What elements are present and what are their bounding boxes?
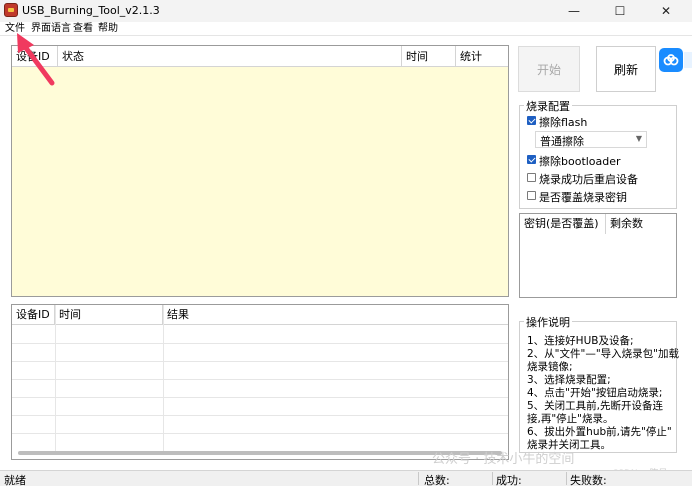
erase-mode-select[interactable]: 普通擦除 ▼	[535, 131, 647, 148]
device-table-header: 设备ID 状态 时间 统计	[12, 46, 508, 67]
erase-bootloader-checkbox[interactable]	[527, 155, 536, 164]
maximize-button[interactable]: ☐	[597, 0, 643, 22]
watermark-text: 公众号 · 技术小牛的空间	[432, 452, 575, 467]
chevron-down-icon: ▼	[635, 134, 642, 143]
column-status[interactable]: 状态	[58, 46, 402, 67]
status-divider	[492, 472, 493, 485]
minimize-button[interactable]: —	[551, 0, 597, 22]
key-table[interactable]: 密钥(是否覆盖) 剩余数	[519, 213, 677, 298]
grid-line	[12, 361, 508, 362]
column-stats[interactable]: 统计	[456, 46, 508, 67]
overwrite-key-label: 是否覆盖烧录密钥	[539, 191, 627, 204]
side-panel-tab[interactable]	[684, 52, 692, 68]
status-divider	[418, 472, 419, 485]
column-device-id[interactable]: 设备ID	[12, 46, 58, 67]
reboot-after-label: 烧录成功后重启设备	[539, 173, 638, 186]
grid-line	[12, 433, 508, 434]
grid-line	[12, 379, 508, 380]
start-button[interactable]: 开始	[518, 46, 580, 92]
grid-line	[12, 397, 508, 398]
menu-file[interactable]: 文件	[5, 22, 25, 36]
erase-flash-checkbox[interactable]	[527, 116, 536, 125]
reboot-after-checkbox[interactable]	[527, 173, 536, 182]
horizontal-scrollbar[interactable]	[18, 451, 502, 455]
column-result[interactable]: 结果	[163, 305, 508, 325]
result-table[interactable]: 设备ID 时间 结果	[11, 304, 509, 460]
column-remaining[interactable]: 剩余数	[606, 214, 676, 234]
refresh-button[interactable]: 刷新	[596, 46, 656, 92]
menu-language[interactable]: 界面语言	[31, 22, 71, 36]
column-device-id[interactable]: 设备ID	[12, 305, 55, 325]
close-button[interactable]: ✕	[643, 0, 689, 22]
column-time[interactable]: 时间	[55, 305, 163, 325]
grid-line	[163, 305, 164, 451]
total-count-label: 总数:	[424, 474, 450, 486]
status-divider	[566, 472, 567, 485]
result-table-header: 设备ID 时间 结果	[12, 305, 508, 325]
menu-help[interactable]: 帮助	[98, 22, 118, 36]
overwrite-key-checkbox[interactable]	[527, 191, 536, 200]
column-key[interactable]: 密钥(是否覆盖)	[520, 214, 606, 234]
status-ready: 就绪	[4, 474, 26, 486]
erase-flash-label: 擦除flash	[539, 116, 588, 129]
erase-mode-value: 普通擦除	[540, 135, 584, 148]
status-bar: 就绪 总数: 成功: 失败数:	[0, 470, 692, 486]
device-table[interactable]: 设备ID 状态 时间 统计	[11, 45, 509, 297]
cloud-share-icon[interactable]	[659, 48, 683, 72]
success-count-label: 成功:	[496, 474, 522, 486]
erase-bootloader-label: 擦除bootloader	[539, 155, 621, 168]
column-time[interactable]: 时间	[402, 46, 456, 67]
menu-view[interactable]: 查看	[73, 22, 93, 36]
grid-line	[55, 305, 56, 451]
title-bar: USB_Burning_Tool_v2.1.3 — ☐ ✕	[0, 0, 692, 22]
menu-bar: 文件 界面语言 查看 帮助	[0, 22, 692, 36]
fail-count-label: 失败数:	[570, 474, 607, 486]
instructions-title: 操作说明	[524, 314, 572, 330]
window-title: USB_Burning_Tool_v2.1.3	[22, 4, 160, 17]
burn-config-title: 烧录配置	[524, 98, 572, 114]
grid-line	[12, 343, 508, 344]
grid-line	[12, 415, 508, 416]
app-icon	[4, 3, 18, 17]
